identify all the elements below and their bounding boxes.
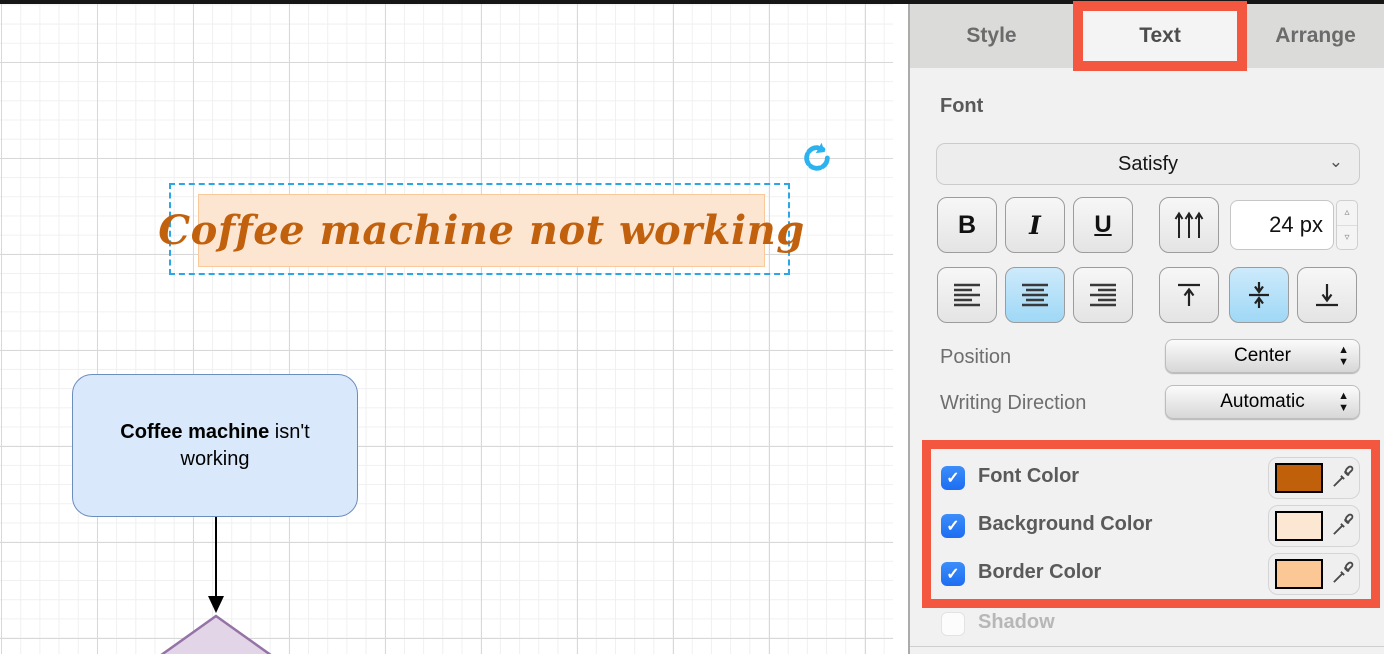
decision-diamond[interactable] bbox=[150, 616, 282, 654]
border-color-label: Border Color bbox=[978, 561, 1101, 584]
panel-section-divider bbox=[910, 646, 1384, 647]
annotation-highlight-text-tab: Text bbox=[1073, 1, 1247, 71]
font-section-label: Font bbox=[940, 95, 983, 118]
underline-button[interactable]: U bbox=[1073, 197, 1133, 253]
underline-icon: U bbox=[1094, 211, 1111, 239]
border-color-swatch bbox=[1275, 559, 1323, 589]
align-right-button[interactable] bbox=[1073, 267, 1133, 323]
font-color-checkbox[interactable]: ✓ bbox=[941, 466, 965, 490]
border-color-checkbox[interactable]: ✓ bbox=[941, 562, 965, 586]
vertical-text-icon bbox=[1172, 209, 1206, 241]
tab-style[interactable]: Style bbox=[910, 4, 1073, 68]
position-value: Center bbox=[1234, 345, 1291, 367]
updown-arrows-icon: ▲▼ bbox=[1338, 390, 1349, 414]
bold-button[interactable]: B bbox=[937, 197, 997, 253]
background-color-swatch bbox=[1275, 511, 1323, 541]
bold-icon: B bbox=[958, 211, 976, 240]
drawio-window: Coffee machine not working Coffee machin… bbox=[0, 0, 1384, 654]
font-size-stepper[interactable]: ▵ ▿ bbox=[1336, 200, 1358, 250]
align-right-icon bbox=[1087, 281, 1119, 309]
position-label: Position bbox=[940, 346, 1011, 369]
eyedropper-icon bbox=[1329, 513, 1355, 539]
shadow-checkbox[interactable] bbox=[941, 612, 965, 636]
valign-middle-button[interactable] bbox=[1229, 267, 1289, 323]
background-color-label: Background Color bbox=[978, 513, 1152, 536]
align-left-icon bbox=[951, 281, 983, 309]
tab-text[interactable]: Text bbox=[1139, 24, 1181, 48]
align-center-icon bbox=[1019, 281, 1051, 309]
italic-icon: I bbox=[1029, 211, 1041, 240]
italic-button[interactable]: I bbox=[1005, 197, 1065, 253]
writing-direction-value: Automatic bbox=[1220, 391, 1304, 413]
background-color-checkbox[interactable]: ✓ bbox=[941, 514, 965, 538]
valign-bottom-button[interactable] bbox=[1297, 267, 1357, 323]
eyedropper-icon bbox=[1329, 561, 1355, 587]
stepper-down-icon[interactable]: ▿ bbox=[1337, 226, 1357, 250]
chevron-down-icon: ⌄ bbox=[1329, 152, 1343, 172]
valign-bottom-icon bbox=[1312, 280, 1342, 310]
vertical-text-button[interactable] bbox=[1159, 197, 1219, 253]
shadow-label: Shadow bbox=[978, 611, 1055, 634]
updown-arrows-icon: ▲▼ bbox=[1338, 344, 1349, 368]
writing-direction-select[interactable]: Automatic ▲▼ bbox=[1165, 385, 1360, 419]
valign-top-button[interactable] bbox=[1159, 267, 1219, 323]
stepper-up-icon[interactable]: ▵ bbox=[1337, 201, 1357, 226]
font-family-value: Satisfy bbox=[1118, 153, 1178, 176]
check-icon: ✓ bbox=[946, 468, 959, 488]
font-color-swatch bbox=[1275, 463, 1323, 493]
check-icon: ✓ bbox=[946, 564, 959, 584]
font-family-select[interactable]: Satisfy ⌄ bbox=[936, 143, 1360, 185]
connector-arrowhead bbox=[208, 596, 224, 613]
writing-direction-label: Writing Direction bbox=[940, 392, 1086, 415]
align-left-button[interactable] bbox=[937, 267, 997, 323]
font-size-value: 24 px bbox=[1269, 212, 1323, 238]
font-size-input[interactable]: 24 px bbox=[1230, 200, 1334, 250]
font-color-swatch-button[interactable] bbox=[1268, 457, 1360, 499]
valign-middle-icon bbox=[1244, 280, 1274, 310]
font-color-label: Font Color bbox=[978, 465, 1079, 488]
position-select[interactable]: Center ▲▼ bbox=[1165, 339, 1360, 373]
border-color-swatch-button[interactable] bbox=[1268, 553, 1360, 595]
background-color-swatch-button[interactable] bbox=[1268, 505, 1360, 547]
eyedropper-icon bbox=[1329, 465, 1355, 491]
diagram-canvas[interactable]: Coffee machine not working Coffee machin… bbox=[0, 4, 908, 654]
format-panel: Style Arrange Text Font Satisfy ⌄ B I U bbox=[910, 0, 1384, 654]
align-center-button[interactable] bbox=[1005, 267, 1065, 323]
check-icon: ✓ bbox=[946, 516, 959, 536]
valign-top-icon bbox=[1174, 280, 1204, 310]
tab-arrange[interactable]: Arrange bbox=[1247, 4, 1384, 68]
